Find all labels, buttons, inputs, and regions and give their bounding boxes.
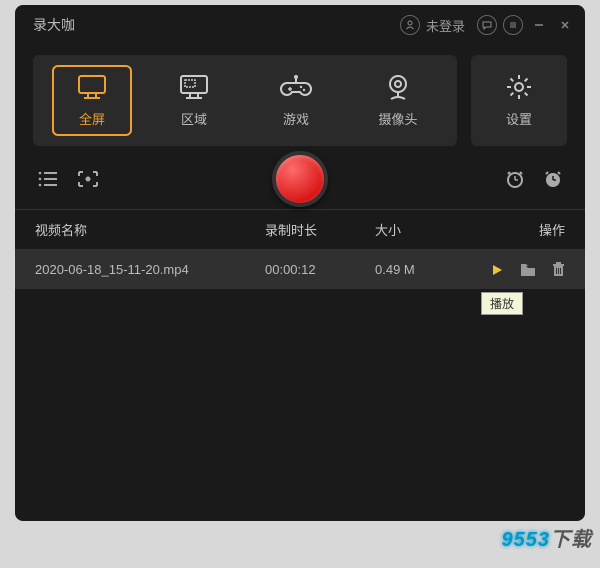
mode-fullscreen[interactable]: 全屏 bbox=[52, 65, 132, 136]
header-duration: 录制时长 bbox=[265, 220, 375, 239]
mode-settings-label: 设置 bbox=[506, 109, 532, 128]
settings-panel: 设置 bbox=[471, 55, 567, 146]
login-status-text: 未登录 bbox=[426, 16, 465, 35]
header-name: 视频名称 bbox=[35, 220, 265, 239]
delete-button[interactable] bbox=[552, 262, 565, 277]
folder-button[interactable] bbox=[520, 263, 536, 277]
control-right bbox=[505, 169, 563, 189]
user-icon bbox=[400, 15, 420, 35]
tooltip-play: 播放 bbox=[481, 292, 523, 315]
row-actions bbox=[475, 262, 565, 277]
control-bar bbox=[15, 161, 585, 209]
cell-duration: 00:00:12 bbox=[265, 262, 375, 277]
mode-camera-label: 摄像头 bbox=[378, 109, 417, 128]
preview-icon[interactable] bbox=[77, 170, 99, 188]
mode-settings[interactable]: 设置 bbox=[479, 65, 559, 136]
login-status[interactable]: 未登录 bbox=[400, 15, 465, 35]
app-title: 录大咖 bbox=[33, 15, 75, 35]
mode-group: 全屏 区域 游戏 摄像头 bbox=[33, 55, 457, 146]
gear-icon bbox=[502, 73, 536, 101]
cell-name: 2020-06-18_15-11-20.mp4 bbox=[35, 262, 265, 277]
header-actions: 操作 bbox=[475, 220, 565, 239]
list-icon[interactable] bbox=[37, 170, 59, 188]
mode-section: 全屏 区域 游戏 摄像头 bbox=[15, 45, 585, 161]
mode-region-label: 区域 bbox=[181, 109, 207, 128]
cell-size: 0.49 M bbox=[375, 262, 475, 277]
watermark: 9553下载 bbox=[502, 523, 593, 552]
play-button[interactable] bbox=[490, 263, 504, 277]
table-header: 视频名称 录制时长 大小 操作 bbox=[15, 209, 585, 250]
record-button[interactable] bbox=[272, 151, 328, 207]
minimize-button[interactable] bbox=[529, 15, 549, 35]
fullscreen-icon bbox=[75, 73, 109, 101]
table-row[interactable]: 2020-06-18_15-11-20.mp4 00:00:12 0.49 M … bbox=[15, 250, 585, 289]
feedback-icon[interactable] bbox=[477, 15, 497, 35]
region-icon bbox=[177, 73, 211, 101]
control-left bbox=[37, 170, 99, 188]
close-button[interactable] bbox=[555, 15, 575, 35]
title-bar-right: 未登录 bbox=[400, 15, 575, 35]
mode-region[interactable]: 区域 bbox=[154, 65, 234, 136]
schedule-icon[interactable] bbox=[543, 169, 563, 189]
camera-icon bbox=[381, 73, 415, 101]
game-icon bbox=[279, 73, 313, 101]
app-window: 录大咖 未登录 bbox=[15, 5, 585, 521]
mode-fullscreen-label: 全屏 bbox=[79, 109, 105, 128]
mode-camera[interactable]: 摄像头 bbox=[358, 65, 438, 136]
menu-icon[interactable] bbox=[503, 15, 523, 35]
header-size: 大小 bbox=[375, 220, 475, 239]
timer-icon[interactable] bbox=[505, 169, 525, 189]
mode-game-label: 游戏 bbox=[283, 109, 309, 128]
mode-game[interactable]: 游戏 bbox=[256, 65, 336, 136]
title-bar: 录大咖 未登录 bbox=[15, 5, 585, 45]
